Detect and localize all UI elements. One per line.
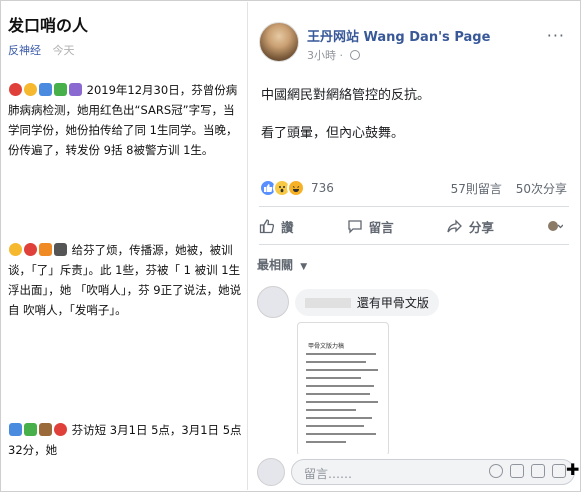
- camera-icon[interactable]: [510, 464, 524, 478]
- mouse-cursor-icon: ✚: [566, 460, 580, 479]
- attachment-text-line: [306, 369, 378, 371]
- divider: [259, 206, 569, 207]
- attachment-text-line: [306, 441, 346, 443]
- sticker-icon[interactable]: [552, 464, 566, 478]
- attachment-text-line: [306, 393, 370, 395]
- comment-attachment-image[interactable]: 甲骨文版力稿: [297, 322, 389, 456]
- page-name-link[interactable]: 王丹网站 Wang Dan's Page: [307, 26, 490, 45]
- person-icon: [69, 83, 82, 96]
- article-title: 发口哨の人: [8, 16, 89, 35]
- panel-divider: [247, 2, 248, 490]
- post-time[interactable]: 3小時 ·: [307, 47, 360, 63]
- facebook-post-panel: 王丹网站 Wang Dan's Page 3小時 · ··· 中國網民對網絡管控…: [249, 2, 579, 490]
- box-icon: [9, 423, 22, 436]
- emoji-icon[interactable]: [489, 464, 503, 478]
- attachment-text-line: [306, 353, 376, 355]
- comment-input-placeholder: 留言……: [304, 467, 353, 481]
- globe-icon: [349, 50, 360, 60]
- comment-input-icons: [482, 464, 566, 478]
- audience-selector[interactable]: [547, 218, 569, 234]
- divider: [259, 244, 569, 245]
- article-source[interactable]: 反神经: [8, 44, 41, 57]
- leaf-icon: [24, 423, 37, 436]
- comment-bubble: 還有甲骨文版: [295, 289, 439, 316]
- attachment-text-line: [306, 425, 364, 427]
- animal-icon: [39, 423, 52, 436]
- article-paragraph-2: 给芬了烦，传播源，她被，被训谈，「了」斥责」。此 1些，芬被「 1 被训 1生浮…: [8, 243, 242, 317]
- like-button[interactable]: 讚: [259, 217, 294, 236]
- post-stats: 57則留言 50次分享: [441, 180, 567, 197]
- comment-icon: [348, 220, 362, 234]
- post-text-line-1: 中國網民對網絡管控的反抗。: [261, 88, 431, 103]
- heart-icon: [9, 83, 22, 96]
- attachment-text-line: [306, 409, 356, 411]
- box-icon: [39, 83, 52, 96]
- page-avatar[interactable]: [259, 22, 299, 62]
- attachment-text-line: [306, 433, 376, 435]
- smile-icon: [9, 243, 22, 256]
- comment-input[interactable]: 留言……: [291, 459, 575, 485]
- reactions-summary[interactable]: 736: [259, 178, 334, 198]
- commenter-name-redacted[interactable]: [305, 298, 351, 308]
- current-user-avatar: [257, 458, 285, 486]
- chevron-down-icon: ▼: [300, 262, 308, 272]
- thumbs-up-icon: [259, 219, 275, 234]
- article-meta: 反神经 今天: [8, 42, 75, 58]
- comment-sort-dropdown[interactable]: 最相關 ▼: [257, 256, 307, 273]
- attachment-doc-title: 甲骨文版力稿: [308, 343, 345, 350]
- comments-count[interactable]: 57則留言: [451, 182, 502, 196]
- share-button[interactable]: 分享: [447, 217, 494, 236]
- haha-reaction-icon: [287, 179, 305, 197]
- attachment-text-line: [306, 385, 374, 387]
- avatar-dropdown-icon: [547, 221, 563, 231]
- reply-bar: 留言……: [249, 454, 579, 490]
- attachment-text-line: [306, 361, 366, 363]
- fire-icon: [39, 243, 52, 256]
- smile-icon: [24, 83, 37, 96]
- gif-icon[interactable]: [531, 464, 545, 478]
- commenter-avatar[interactable]: [257, 286, 289, 318]
- heart-icon: [24, 243, 37, 256]
- article-paragraph-1: 2019年12月30日，芬曾份病肺病病检测，她用红色出“SARS冠”字写，当学同…: [8, 83, 238, 157]
- tool-icon: [54, 243, 67, 256]
- article-time: 今天: [52, 44, 75, 57]
- article-panel: 发口哨の人 反神经 今天 2019年12月30日，芬曾份病肺病病检测，她用红色出…: [2, 2, 246, 490]
- attachment-text-line: [306, 417, 372, 419]
- attachment-text-line: [306, 377, 361, 379]
- post-actions: 讚 留言 分享: [259, 212, 569, 240]
- reaction-count: 736: [311, 181, 334, 195]
- shares-count[interactable]: 50次分享: [516, 182, 567, 196]
- heart-icon: [54, 423, 67, 436]
- attachment-text-line: [306, 401, 378, 403]
- post-text-line-2: 看了頭暈，但內心鼓舞。: [261, 126, 405, 141]
- article-paragraph-3: 芬访短 3月1日 5点，3月1日 5点32分，她: [8, 423, 242, 457]
- comment-button[interactable]: 留言: [347, 217, 394, 236]
- leaf-icon: [54, 83, 67, 96]
- more-options-icon[interactable]: ···: [547, 26, 565, 45]
- share-icon: [447, 219, 462, 233]
- comment-text: 還有甲骨文版: [356, 296, 429, 310]
